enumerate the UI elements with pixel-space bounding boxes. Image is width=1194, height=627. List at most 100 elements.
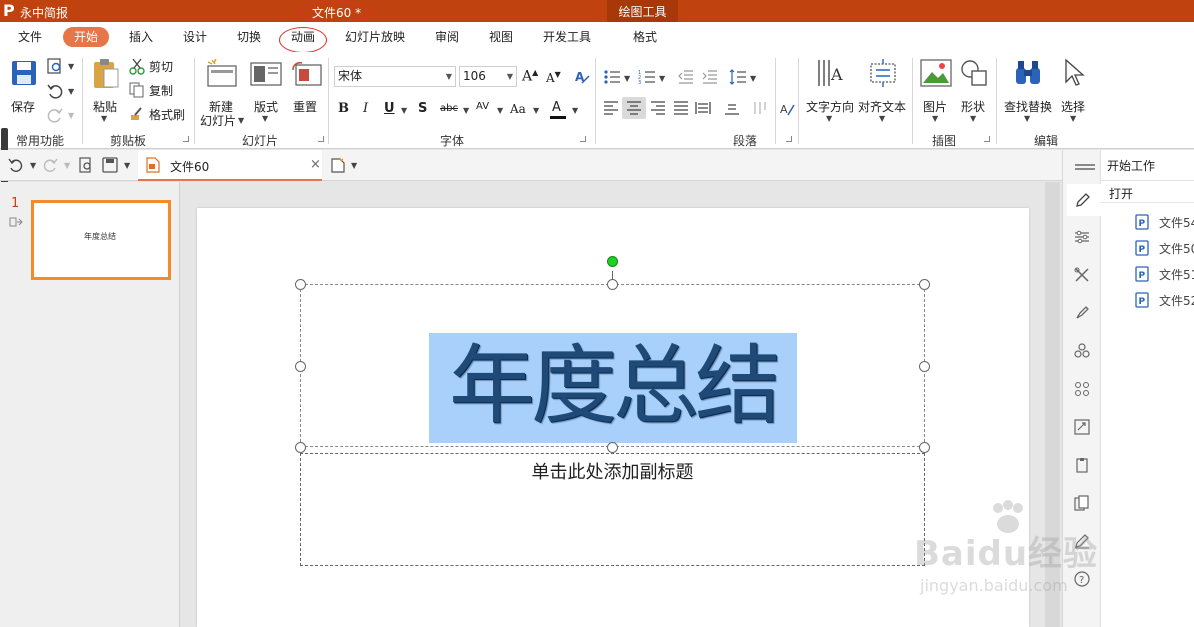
- paragraph-launcher-icon[interactable]: [786, 136, 792, 142]
- char-spacing-icon[interactable]: AV: [476, 101, 489, 112]
- redo-dropdown-icon[interactable]: ▼: [68, 111, 74, 120]
- undo-icon[interactable]: [46, 82, 64, 100]
- line-spacing-icon[interactable]: [729, 69, 747, 85]
- strikethrough-button[interactable]: abc: [440, 103, 458, 114]
- task-pane-tab-start[interactable]: [1067, 184, 1101, 216]
- cut-button[interactable]: 剪切: [128, 56, 178, 76]
- grid-pane-icon[interactable]: [1074, 381, 1090, 397]
- rotation-handle[interactable]: [607, 256, 618, 267]
- illustration-launcher-icon[interactable]: [984, 136, 990, 142]
- justify-icon[interactable]: [673, 101, 689, 115]
- title-placeholder[interactable]: 年度总结: [300, 284, 925, 447]
- shapes-pane-icon[interactable]: [1074, 343, 1090, 359]
- brush-pane-icon[interactable]: [1074, 305, 1090, 321]
- slides-launcher-icon[interactable]: [318, 136, 324, 142]
- distribute-icon[interactable]: [695, 101, 711, 115]
- tab-review[interactable]: 审阅: [430, 27, 464, 47]
- context-tab-drawing-tools[interactable]: 绘图工具: [607, 0, 678, 22]
- resize-handle-left[interactable]: [295, 361, 306, 372]
- tools-icon[interactable]: [1074, 267, 1090, 283]
- tab-format[interactable]: 格式: [628, 27, 662, 47]
- select-button[interactable]: 选择 ▼: [1056, 56, 1092, 126]
- slide-title[interactable]: 年度总结: [429, 333, 797, 443]
- decrease-indent-icon[interactable]: [678, 69, 694, 85]
- undo-dropdown-icon[interactable]: ▼: [68, 87, 74, 96]
- underline-dropdown-icon[interactable]: ▼: [401, 106, 407, 115]
- resize-handle-bottom-right[interactable]: [919, 442, 930, 453]
- format-painter-button[interactable]: 格式刷: [128, 104, 188, 124]
- bold-button[interactable]: B: [338, 101, 349, 116]
- tab-home[interactable]: 开始: [63, 27, 109, 47]
- italic-button[interactable]: I: [363, 101, 368, 116]
- quick-access-dropdown-icon[interactable]: ▼: [124, 161, 130, 170]
- underline-button[interactable]: U: [384, 101, 395, 116]
- print-preview-icon[interactable]: [46, 57, 64, 75]
- save-button[interactable]: 保存: [6, 56, 42, 114]
- change-case-dropdown-icon[interactable]: ▼: [533, 106, 539, 115]
- font-color-button[interactable]: A: [549, 99, 567, 119]
- tab-slideshow[interactable]: 幻灯片放映: [340, 27, 410, 47]
- font-launcher-icon[interactable]: [580, 136, 586, 142]
- line-spacing-dropdown-icon[interactable]: ▼: [750, 74, 756, 83]
- new-document-icon[interactable]: [330, 157, 346, 173]
- copy-button[interactable]: 复制: [128, 80, 178, 100]
- resize-handle-bottom-left[interactable]: [295, 442, 306, 453]
- bullets-icon[interactable]: [603, 69, 621, 85]
- image-pane-icon[interactable]: [1074, 419, 1090, 435]
- shrink-font-icon[interactable]: A▼: [546, 70, 561, 85]
- tab-transitions[interactable]: 切换: [232, 27, 266, 47]
- menu-icon[interactable]: [1075, 164, 1095, 166]
- numbering-dropdown-icon[interactable]: ▼: [659, 74, 665, 83]
- new-slide-button[interactable]: 新建 幻灯片 ▼: [200, 56, 246, 128]
- reset-button[interactable]: 重置: [288, 56, 324, 128]
- strikethrough-dropdown-icon[interactable]: ▼: [463, 106, 469, 115]
- char-spacing-dropdown-icon[interactable]: ▼: [497, 106, 503, 115]
- shadow-button[interactable]: S: [418, 101, 427, 116]
- font-color-dropdown-icon[interactable]: ▼: [572, 106, 578, 115]
- undo-dropdown-icon[interactable]: ▼: [30, 161, 36, 170]
- clear-format-icon[interactable]: A: [574, 69, 590, 85]
- tab-developer[interactable]: 开发工具: [537, 27, 597, 47]
- align-left-icon[interactable]: [603, 101, 619, 115]
- font-size-select[interactable]: 106 ▼: [459, 66, 517, 87]
- redo-icon[interactable]: [46, 106, 64, 124]
- resize-handle-right[interactable]: [919, 361, 930, 372]
- sliders-icon[interactable]: [1074, 229, 1090, 245]
- picture-button[interactable]: 图片 ▼: [918, 56, 954, 126]
- resize-handle-top[interactable]: [607, 279, 618, 290]
- shape-button[interactable]: 形状 ▼: [956, 56, 992, 126]
- bullets-dropdown-icon[interactable]: ▼: [624, 74, 630, 83]
- close-tab-icon[interactable]: ×: [310, 157, 321, 172]
- numbering-icon[interactable]: 123: [638, 69, 656, 85]
- subtitle-placeholder[interactable]: 单击此处添加副标题: [300, 453, 925, 566]
- find-replace-button[interactable]: 查找替换 ▼: [1002, 56, 1054, 126]
- undo-icon[interactable]: [8, 157, 24, 173]
- text-bottom-align-icon[interactable]: [724, 101, 740, 115]
- paste-button[interactable]: 粘贴 ▼: [88, 56, 124, 126]
- change-case-icon[interactable]: Aa: [510, 102, 526, 116]
- tab-file[interactable]: 文件: [12, 27, 48, 47]
- print-preview-dropdown-icon[interactable]: ▼: [68, 62, 74, 71]
- align-center-button[interactable]: [622, 97, 646, 119]
- resize-handle-top-left[interactable]: [295, 279, 306, 290]
- save-small-icon[interactable]: [102, 157, 118, 173]
- tab-design[interactable]: 设计: [178, 27, 212, 47]
- resize-handle-top-right[interactable]: [919, 279, 930, 290]
- align-text-button[interactable]: 对齐文本 ▼: [856, 56, 910, 126]
- clipboard-launcher-icon[interactable]: [183, 136, 189, 142]
- format-icon[interactable]: A: [779, 101, 795, 117]
- redo-dropdown-icon[interactable]: ▼: [64, 161, 70, 170]
- slide-thumbnail[interactable]: 年度总结: [31, 200, 171, 280]
- text-direction-small-icon[interactable]: [752, 101, 768, 115]
- text-direction-button[interactable]: A 文字方向 ▼: [804, 56, 856, 126]
- tab-view[interactable]: 视图: [484, 27, 518, 47]
- redo-icon[interactable]: [42, 157, 58, 173]
- grow-font-icon[interactable]: A▲: [522, 68, 538, 85]
- clipboard-pane-icon[interactable]: [1074, 457, 1090, 473]
- document-tab[interactable]: 文件60 ×: [138, 150, 322, 181]
- increase-indent-icon[interactable]: [702, 69, 718, 85]
- layout-button[interactable]: 版式 ▼: [248, 56, 284, 128]
- resize-handle-bottom[interactable]: [607, 442, 618, 453]
- new-document-dropdown-icon[interactable]: ▼: [351, 161, 357, 170]
- font-name-select[interactable]: 宋体 ▼: [334, 66, 456, 87]
